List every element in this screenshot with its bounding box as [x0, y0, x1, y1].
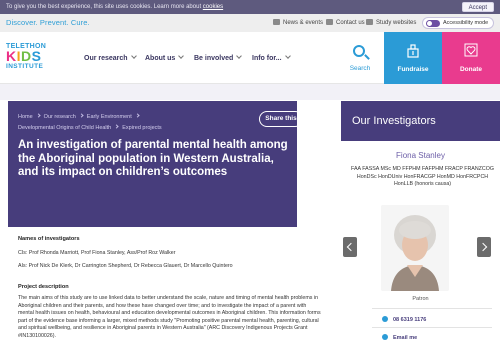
toggle-switch-icon	[426, 20, 440, 27]
main-content: Names of investigators CIs: Prof Rhonda …	[18, 236, 323, 340]
phone-icon	[382, 316, 388, 322]
investigator-credentials: FAA FASSA MSc MD FFPHM FAFPHM FRACP FRAN…	[351, 166, 494, 188]
search-icon-handle	[364, 54, 370, 60]
cookies-link[interactable]: cookies	[203, 4, 223, 10]
hero-banner: Home Our research Early Environment Develo…	[8, 101, 303, 227]
study-websites-label: Study websites	[376, 20, 417, 26]
portrait-image	[381, 205, 449, 291]
contact-us-label: Contact us	[336, 20, 365, 26]
investigator-photo	[381, 205, 449, 291]
chevron-right-icon	[114, 124, 119, 129]
contact-us-link[interactable]: Contact us	[326, 19, 365, 26]
breadcrumb-expired-projects[interactable]: Expired projects	[122, 125, 161, 131]
email-label: Email me	[393, 335, 418, 341]
donate-button[interactable]: Donate	[442, 32, 500, 84]
chevron-right-icon	[36, 113, 41, 118]
news-events-link[interactable]: News & events	[273, 19, 323, 26]
utility-bar: Discover. Prevent. Cure. News & events C…	[0, 14, 500, 32]
breadcrumb-home[interactable]: Home	[18, 114, 33, 120]
search-button[interactable]: Search	[336, 32, 384, 84]
breadcrumb-early-environment[interactable]: Early Environment	[87, 114, 132, 120]
chevron-down-icon	[178, 53, 185, 59]
sidebar-title: Our Investigators	[341, 101, 500, 141]
logo-letter-d: D	[21, 48, 32, 64]
ais-text: AIs: Prof Nick De Klerk, Dr Carrington S…	[18, 263, 233, 269]
monitor-icon	[366, 19, 373, 25]
cookie-text: To give you the best experience, this si…	[6, 4, 202, 10]
nav-label: Our research	[84, 55, 128, 62]
chevron-right-icon	[135, 113, 140, 118]
logo-line3: INSTITUTE	[6, 63, 44, 70]
nav-our-research[interactable]: Our research	[84, 53, 137, 62]
nav-info-for[interactable]: Info for...	[252, 53, 291, 62]
description-text: The main aims of this study are to use l…	[18, 295, 321, 339]
chevron-down-icon	[130, 53, 137, 59]
news-events-label: News & events	[283, 20, 324, 26]
chevron-right-icon	[79, 113, 84, 118]
previous-arrow-button[interactable]	[343, 237, 357, 257]
share-this-button[interactable]: Share this	[259, 111, 303, 127]
divider	[372, 308, 492, 309]
nav-about-us[interactable]: About us	[145, 53, 185, 62]
logo-letter-k: K	[6, 48, 17, 64]
envelope-icon	[326, 19, 333, 25]
heart-icon	[464, 43, 478, 57]
logo-letter-s: S	[31, 48, 42, 64]
phone-number: 08 6319 1176	[393, 317, 427, 323]
site-header: TELETHON KIDS INSTITUTE Our research Abo…	[0, 32, 500, 84]
donate-label: Donate	[459, 66, 483, 73]
next-arrow-button[interactable]	[477, 237, 491, 257]
investigators-heading: Names of investigators	[18, 236, 80, 242]
page-title: An investigation of parental mental heal…	[18, 139, 288, 178]
phone-link[interactable]: 08 6319 1176	[382, 316, 426, 323]
chevron-down-icon	[236, 53, 243, 59]
breadcrumb: Home Our research Early Environment	[18, 113, 143, 120]
divider	[372, 327, 492, 328]
logo-line2: KIDS	[6, 48, 66, 64]
page-band	[0, 84, 500, 100]
nav-be-involved[interactable]: Be involved	[194, 53, 243, 62]
investigator-role: Patron	[412, 296, 429, 302]
email-icon	[382, 334, 388, 340]
cis-text: CIs: Prof Rhonda Marriott, Prof Fiona St…	[18, 249, 176, 256]
fundraise-button[interactable]: Fundraise	[384, 32, 442, 84]
nav-label: Be involved	[194, 55, 234, 62]
fundraise-icon	[407, 44, 419, 58]
logo[interactable]: TELETHON KIDS INSTITUTE	[6, 43, 66, 79]
search-label: Search	[349, 65, 371, 72]
calendar-icon	[273, 19, 280, 25]
breadcrumb-line2: Developmental Origins of Child Health Exp…	[18, 124, 162, 131]
accessibility-label: Accessibility mode	[443, 20, 489, 26]
chevron-down-icon	[284, 53, 291, 59]
cookie-accept-button[interactable]: Accept	[461, 2, 494, 12]
nav-label: Info for...	[252, 55, 282, 62]
email-link[interactable]: Email me	[382, 334, 417, 341]
breadcrumb-developmental-origins[interactable]: Developmental Origins of Child Health	[18, 125, 111, 131]
nav-label: About us	[145, 55, 176, 62]
breadcrumb-our-research[interactable]: Our research	[44, 114, 76, 120]
description-heading: Project description	[18, 283, 69, 290]
accessibility-toggle[interactable]: Accessibility mode	[422, 17, 494, 29]
tagline: Discover. Prevent. Cure.	[6, 18, 90, 27]
study-websites-link[interactable]: Study websites	[366, 19, 416, 26]
investigator-name: Fiona Stanley	[396, 151, 445, 160]
fundraise-label: Fundraise	[397, 66, 429, 73]
cookie-bar: To give you the best experience, this si…	[0, 0, 500, 14]
